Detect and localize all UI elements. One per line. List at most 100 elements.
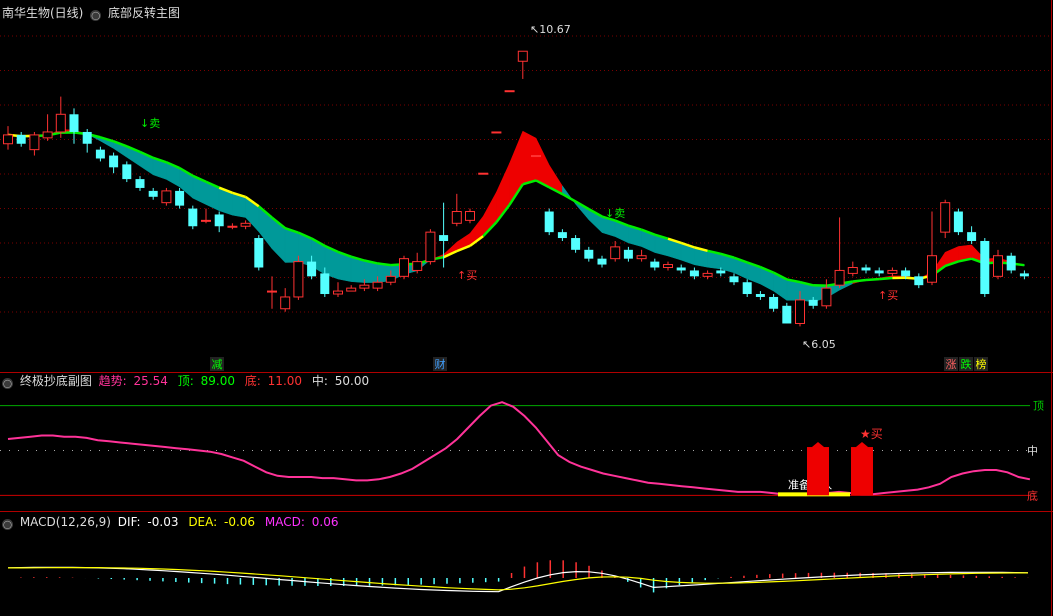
main-indicator-name[interactable]: 底部反转主图	[108, 6, 180, 20]
candle-body	[385, 275, 396, 283]
buy-signal: ↑买	[457, 269, 477, 282]
event-mark: 榜	[976, 357, 987, 371]
candle-body	[399, 258, 409, 277]
buy-bar	[807, 447, 829, 496]
candle-body	[834, 269, 845, 286]
candle-body	[504, 90, 515, 93]
candle-body	[729, 276, 739, 283]
low-price-label: ↖6.05	[802, 338, 836, 351]
event-mark: 财	[435, 357, 446, 371]
candle-body	[531, 155, 541, 158]
candle-body	[887, 269, 898, 274]
candle-body	[148, 190, 158, 197]
ma-band-segment	[284, 227, 299, 263]
ma-band-segment	[522, 130, 537, 185]
candle-body	[293, 261, 304, 298]
mid-axis-label: 中	[1027, 445, 1038, 458]
candle-body	[42, 131, 53, 139]
bottom-indicator-header: ◯ 终极抄底副图 趋势: 25.54 顶: 89.00 底: 11.00 中: …	[2, 373, 375, 389]
indicator-toggle-icon[interactable]: ◯	[2, 519, 13, 530]
candle-body	[69, 114, 79, 132]
candle-body	[109, 155, 119, 168]
candle-body	[227, 225, 238, 228]
bottom-indicator-chart[interactable]: 顶中底准备买入★买	[0, 373, 1053, 511]
candle-body	[55, 113, 66, 133]
candle-body	[610, 246, 621, 260]
ma-line-segment	[879, 276, 893, 281]
stock-title: 南华生物(日线)	[2, 6, 84, 20]
candle-body	[465, 211, 475, 221]
candle-body	[914, 276, 924, 286]
main-chart-header: 南华生物(日线) ◯ 底部反转主图	[2, 5, 183, 21]
bottom-axis-label: 底	[1027, 488, 1038, 502]
candle-body	[254, 238, 264, 268]
sell-signal: ↓卖	[140, 117, 160, 130]
candle-body	[439, 235, 449, 241]
candle-body	[861, 267, 871, 271]
candle-body	[95, 149, 105, 159]
candle-body	[795, 299, 805, 324]
event-mark: 涨	[946, 358, 957, 371]
candle-body	[372, 281, 383, 289]
candle-body	[82, 131, 92, 144]
bottom-label: 底: 11.00	[244, 374, 303, 388]
candle-body	[557, 232, 567, 239]
ma-line-segment	[852, 278, 867, 283]
main-chart-panel[interactable]: 南华生物(日线) ◯ 底部反转主图 ↖10.67 ↖6.05 ↓卖 ↓卖 ↑买 ↑买减 财 涨…	[0, 0, 1053, 372]
event-mark: 减	[212, 358, 223, 371]
candle-body	[980, 240, 990, 295]
candle-body	[214, 214, 224, 227]
indicator-toggle-icon[interactable]: ◯	[2, 378, 13, 389]
candle-body	[901, 270, 911, 277]
candle-body	[702, 272, 713, 277]
candle-body	[676, 267, 686, 271]
candle-body	[544, 211, 554, 233]
candle-body	[122, 164, 132, 180]
candle-body	[821, 287, 832, 307]
macd-header: ◯ MACD(12,26,9) DIF: -0.03 DEA: -0.06 MA…	[2, 514, 344, 530]
candle-body	[808, 299, 818, 306]
dif-label: DIF: -0.03	[117, 515, 179, 529]
high-price-label: ↖10.67	[530, 23, 571, 36]
candle-body	[29, 134, 40, 151]
candlestick-chart[interactable]: ↖10.67 ↖6.05 ↓卖 ↓卖 ↑买 ↑买减 财 涨跌榜	[0, 0, 1053, 372]
bottom-indicator-title[interactable]: 终极抄底副图	[20, 374, 92, 388]
candle-body	[650, 261, 660, 268]
candle-body	[769, 296, 779, 309]
star-buy-label: ★买	[860, 427, 883, 441]
indicator-toggle-icon[interactable]: ◯	[90, 10, 102, 21]
candle-body	[346, 287, 357, 292]
ma-band-segment	[535, 138, 550, 188]
candle-body	[993, 255, 1003, 277]
candle-body	[636, 255, 647, 260]
macd-panel[interactable]: ◯ MACD(12,26,9) DIF: -0.03 DEA: -0.06 MA…	[0, 512, 1053, 616]
candle-body	[755, 294, 765, 297]
bottom-indicator-panel[interactable]: ◯ 终极抄底副图 趋势: 25.54 顶: 89.00 底: 11.00 中: …	[0, 373, 1053, 511]
candle-body	[584, 249, 594, 259]
trend-line	[7, 401, 1031, 497]
candle-body	[359, 284, 370, 289]
sell-signal: ↓卖	[605, 207, 625, 220]
candle-body	[3, 134, 13, 145]
ma-line-segment	[377, 262, 391, 267]
candle-body	[267, 290, 277, 293]
candle-body	[716, 270, 726, 274]
macd-value-label: MACD: 0.06	[264, 515, 339, 529]
candle-body	[953, 211, 963, 233]
candle-body	[689, 270, 699, 277]
candle-body	[201, 219, 211, 222]
candle-body	[967, 232, 977, 241]
candle-body	[135, 179, 145, 188]
right-border	[1051, 0, 1052, 616]
mid-label: 中: 50.00	[311, 374, 370, 388]
candle-body	[320, 273, 330, 295]
candle-body	[1019, 273, 1029, 277]
macd-title[interactable]: MACD(12,26,9)	[20, 515, 111, 529]
candle-body	[1006, 255, 1016, 271]
candle-body	[742, 282, 752, 295]
candle-body	[874, 270, 884, 274]
candle-body	[333, 290, 343, 295]
candle-body	[412, 261, 423, 271]
candle-body	[451, 211, 462, 224]
candle-body	[571, 238, 581, 250]
